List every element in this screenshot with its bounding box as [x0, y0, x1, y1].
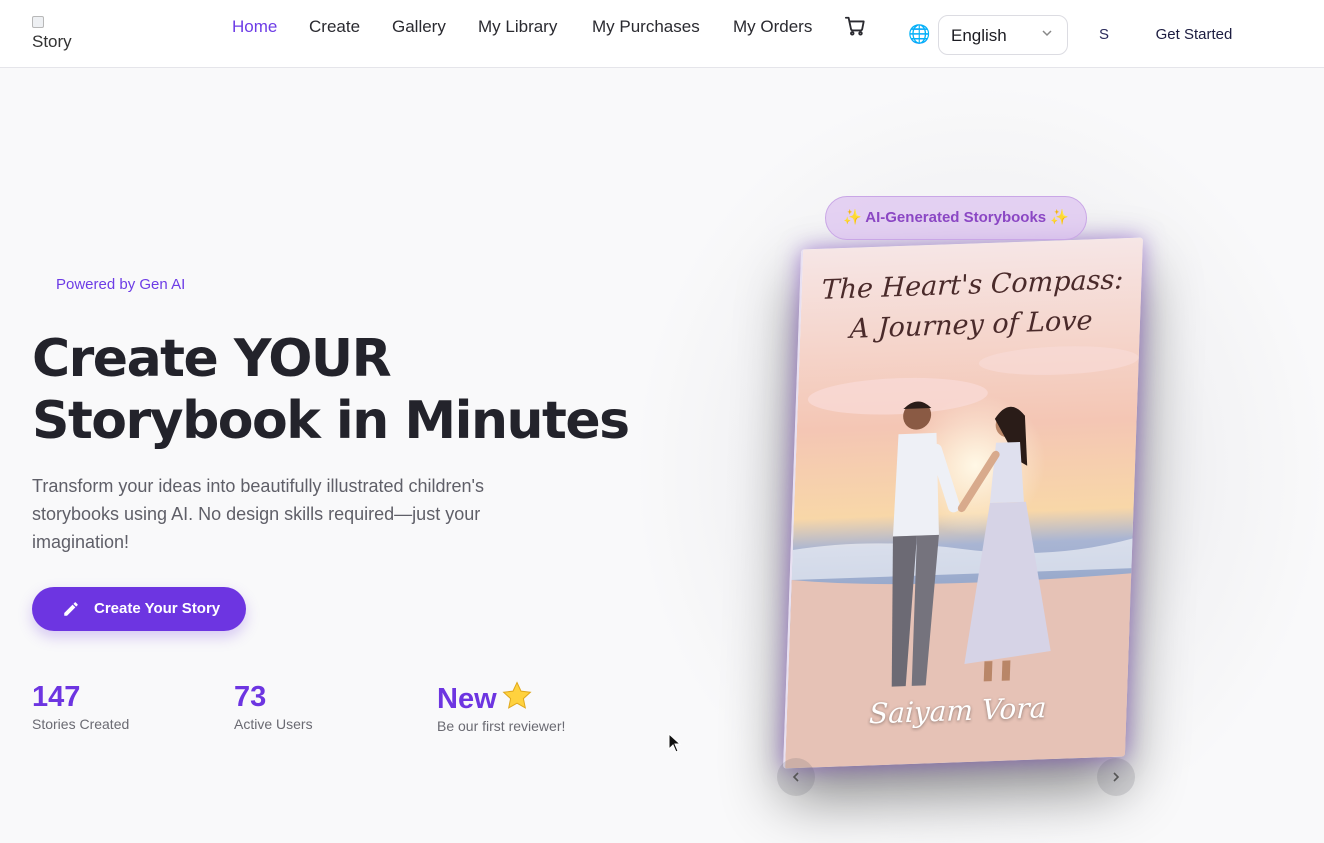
nav-home[interactable]: Home [232, 17, 277, 37]
globe-icon: 🌐 [908, 24, 931, 44]
nav-create[interactable]: Create [309, 17, 360, 37]
stat-active-users: 73 Active Users [234, 680, 313, 732]
carousel-prev-button[interactable] [777, 758, 815, 796]
stat-label: Stories Created [32, 716, 130, 732]
logo-alt-text: Story [32, 32, 72, 51]
hero-title-line-1: Create YOUR [32, 329, 392, 389]
hero-title: Create YOUR Storybook in Minutes [32, 328, 632, 452]
language-value: English [951, 26, 1007, 45]
nav-gallery[interactable]: Gallery [392, 17, 446, 37]
chevron-left-icon [792, 772, 799, 782]
ai-generated-badge: ✨ AI-Generated Storybooks ✨ [825, 196, 1087, 240]
cart-icon[interactable] [844, 15, 866, 37]
get-started-button[interactable]: Get Started [1146, 22, 1242, 48]
hero-title-line-2: Storybook in Minutes [32, 391, 630, 451]
pencil-icon [64, 602, 78, 616]
stat-reviews: New Be our first reviewer! [437, 680, 565, 734]
user-avatar-button[interactable]: S [1090, 22, 1118, 48]
logo[interactable]: Story [32, 15, 76, 55]
stat-value: New [437, 680, 565, 716]
powered-by-label: Powered by Gen AI [56, 276, 186, 293]
top-navbar: Story Home Create Gallery My Library My … [0, 0, 1324, 68]
stat-label: Active Users [234, 716, 313, 732]
language-select[interactable]: English [938, 15, 1068, 55]
star-icon [502, 681, 532, 709]
create-your-story-button[interactable]: Create Your Story [32, 587, 246, 631]
stat-stories-created: 147 Stories Created [32, 680, 129, 732]
stat-value: 147 [32, 681, 81, 713]
storybook-cover[interactable]: The Heart's Compass: A Journey of Love S… [783, 237, 1143, 769]
stat-value-text: New [437, 683, 497, 715]
mouse-cursor-icon [668, 733, 682, 753]
book-title: The Heart's Compass: A Journey of Love [800, 260, 1143, 352]
broken-image-icon [32, 16, 44, 28]
nav-my-library[interactable]: My Library [478, 17, 557, 37]
chevron-down-icon [1042, 30, 1052, 37]
carousel-next-button[interactable] [1097, 758, 1135, 796]
stat-value: 73 [234, 681, 267, 713]
stat-label: Be our first reviewer! [437, 718, 566, 734]
cta-label: Create Your Story [94, 600, 221, 617]
chevron-right-icon [1113, 772, 1120, 782]
hero-description: Transform your ideas into beautifully il… [32, 476, 484, 552]
nav-my-purchases[interactable]: My Purchases [592, 17, 700, 37]
nav-my-orders[interactable]: My Orders [733, 17, 812, 37]
